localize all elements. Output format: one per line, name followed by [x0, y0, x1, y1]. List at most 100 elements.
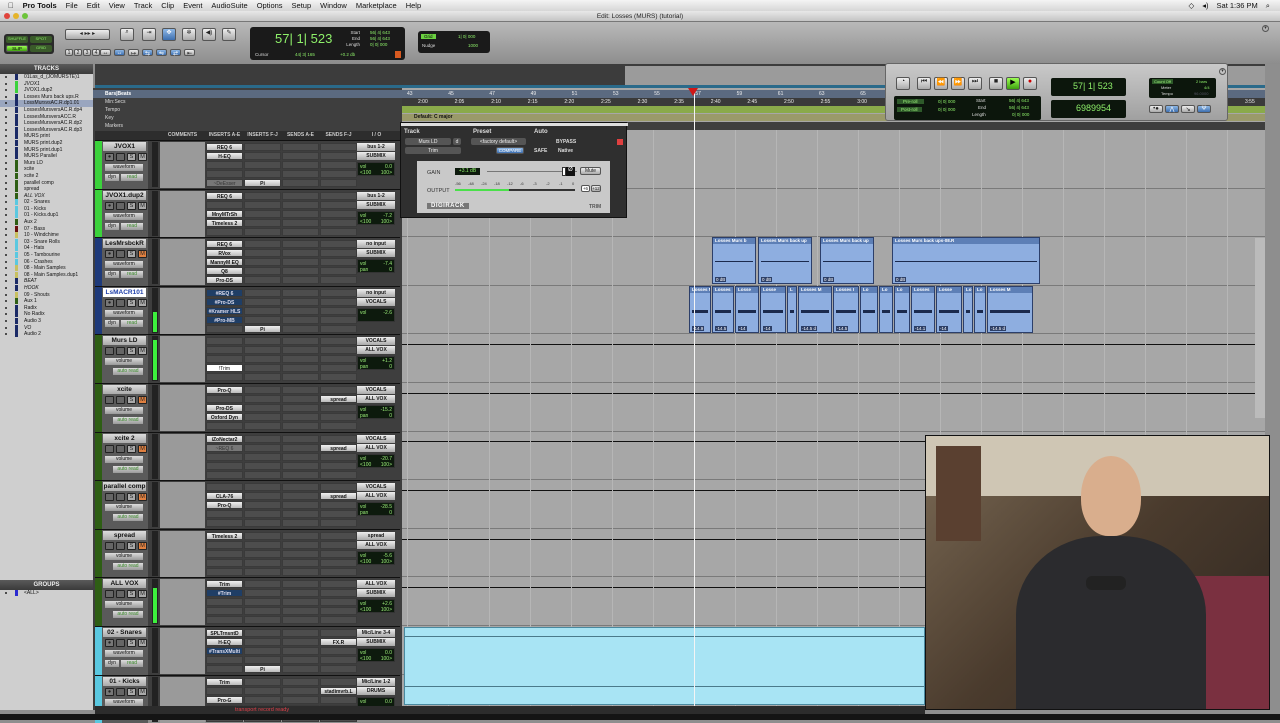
send-slot[interactable]: spread: [320, 492, 357, 501]
mirror-midi-button[interactable]: ⇋: [156, 49, 167, 57]
insert-slot[interactable]: #TransXMulti: [206, 647, 243, 655]
track-view-selector[interactable]: waveform: [105, 698, 143, 706]
show-hide-dot[interactable]: [5, 273, 7, 276]
send-slot[interactable]: [282, 170, 319, 178]
insert-slot[interactable]: [244, 549, 281, 558]
track-list-item[interactable]: Aux 1: [0, 298, 93, 305]
send-slot[interactable]: [320, 373, 357, 382]
show-hide-dot[interactable]: [5, 313, 7, 316]
send-slot[interactable]: [282, 483, 319, 492]
insert-slot[interactable]: [244, 276, 281, 285]
transport-start[interactable]: 56| 4| 643: [1009, 98, 1029, 103]
show-hide-dot[interactable]: [5, 240, 7, 243]
audio-clip[interactable]: Losse -14: [735, 286, 759, 333]
clip-gain[interactable]: -14: [738, 326, 747, 331]
output-selector[interactable]: ALL VOX: [357, 540, 395, 549]
link-timeline-button[interactable]: ↔: [100, 49, 111, 56]
track-view-selector[interactable]: volume: [105, 552, 143, 560]
send-slot[interactable]: [282, 218, 319, 227]
output-selector[interactable]: ALL VOX: [357, 346, 395, 355]
send-slot[interactable]: [282, 386, 319, 394]
nudge-value[interactable]: 1000: [468, 43, 478, 48]
track-list-item[interactable]: 01Las_d_(JOMURSTE)1: [0, 74, 93, 81]
track-name[interactable]: 01 - Kicks: [103, 676, 146, 686]
insert-slot[interactable]: [244, 519, 281, 528]
clock[interactable]: Sat 1:36 PM: [1217, 1, 1258, 11]
preset-selector[interactable]: <factory default>: [471, 138, 526, 145]
clip-gain[interactable]: 0 dB: [761, 277, 773, 282]
send-slot[interactable]: [320, 540, 357, 549]
send-slot[interactable]: [320, 364, 357, 373]
input-monitor-button[interactable]: [116, 444, 125, 453]
track-list-item[interactable]: 08 - Main Samples: [0, 265, 93, 272]
clip-gain[interactable]: -14.5 d: [801, 326, 818, 331]
record-button[interactable]: ●: [1023, 77, 1037, 90]
insert-slot[interactable]: [244, 501, 281, 510]
main-counter[interactable]: 57| 1| 523: [275, 31, 332, 46]
send-slot[interactable]: [320, 386, 357, 394]
send-slot[interactable]: [282, 647, 319, 655]
insert-slot[interactable]: [244, 404, 281, 412]
input-selector[interactable]: VOCALS: [357, 483, 395, 492]
send-slot[interactable]: [282, 355, 319, 364]
transport-menu-icon[interactable]: ▾: [1219, 68, 1226, 75]
bypass-button[interactable]: BYPASS: [556, 139, 576, 145]
insert-slot[interactable]: Timeless 2: [206, 218, 243, 227]
show-hide-dot[interactable]: [5, 89, 7, 92]
show-hide-dot[interactable]: [5, 102, 7, 105]
insert-slot[interactable]: [244, 616, 281, 625]
track-name[interactable]: xcite: [103, 385, 146, 394]
insert-slot[interactable]: [244, 540, 281, 549]
send-slot[interactable]: [320, 434, 357, 443]
insert-slot[interactable]: [244, 434, 281, 443]
input-monitor-button[interactable]: [116, 347, 125, 356]
insert-slot[interactable]: Pro-DS: [206, 404, 243, 412]
insert-slot[interactable]: [244, 355, 281, 364]
return-to-zero-button[interactable]: ⏮: [917, 77, 931, 90]
send-slot[interactable]: [282, 656, 319, 664]
input-selector[interactable]: bus 1-2: [357, 191, 395, 200]
insert-slot[interactable]: [244, 686, 281, 695]
send-slot[interactable]: [282, 598, 319, 607]
phase-invert-button[interactable]: Ø: [566, 167, 575, 176]
insert-slot[interactable]: [244, 288, 281, 297]
insert-slot[interactable]: Trim: [206, 677, 243, 686]
track-list-item[interactable]: parallel comp: [0, 179, 93, 187]
transport-length[interactable]: 0| 0| 000: [1012, 112, 1029, 117]
send-slot[interactable]: [320, 616, 357, 625]
input-selector[interactable]: spread: [357, 531, 395, 540]
insert-slot[interactable]: [244, 240, 281, 249]
volume-value[interactable]: 0.0: [385, 699, 392, 705]
track-list-item[interactable]: LossesMursversAC.R.dp4: [0, 106, 93, 114]
minimize-window-button[interactable]: [13, 13, 19, 19]
audio-clip[interactable]: Losse -14: [760, 286, 786, 333]
postroll-value[interactable]: 0| 0| 000: [938, 107, 955, 112]
insert-slot[interactable]: [244, 315, 281, 324]
send-slot[interactable]: [282, 337, 319, 346]
insert-slot[interactable]: [206, 558, 243, 567]
track-list-item[interactable]: 08 - Main Samples.dup1: [0, 271, 93, 279]
insert-slot[interactable]: [244, 170, 281, 178]
insert-slot[interactable]: iZoNectar2: [206, 434, 243, 443]
show-hide-dot[interactable]: [5, 155, 7, 158]
menu-marketplace[interactable]: Marketplace: [356, 1, 397, 10]
insert-slot[interactable]: [244, 483, 281, 492]
send-slot[interactable]: [320, 200, 357, 209]
insert-slot[interactable]: [206, 373, 243, 382]
grid-mode-button[interactable]: GRID: [30, 45, 52, 52]
zoom-preset-3[interactable]: 3: [83, 49, 91, 56]
insert-slot[interactable]: [206, 665, 243, 673]
insert-slot[interactable]: [244, 638, 281, 646]
send-slot[interactable]: FX.R: [320, 638, 357, 646]
send-slot[interactable]: [282, 306, 319, 315]
insert-slot[interactable]: [244, 647, 281, 655]
track-list-item[interactable]: 04 - Hats: [0, 245, 93, 252]
show-hide-dot[interactable]: [5, 76, 7, 78]
wifi-icon[interactable]: ◇: [1188, 1, 1194, 11]
volume-pan-display[interactable]: vol +2.6 <100 100>: [357, 599, 395, 614]
track-name[interactable]: spread: [103, 530, 146, 540]
grid-toggle[interactable]: Grid: [421, 34, 436, 39]
insert-slot[interactable]: [206, 170, 243, 178]
track-name[interactable]: ALL VOX: [103, 579, 146, 589]
send-slot[interactable]: [320, 677, 357, 686]
